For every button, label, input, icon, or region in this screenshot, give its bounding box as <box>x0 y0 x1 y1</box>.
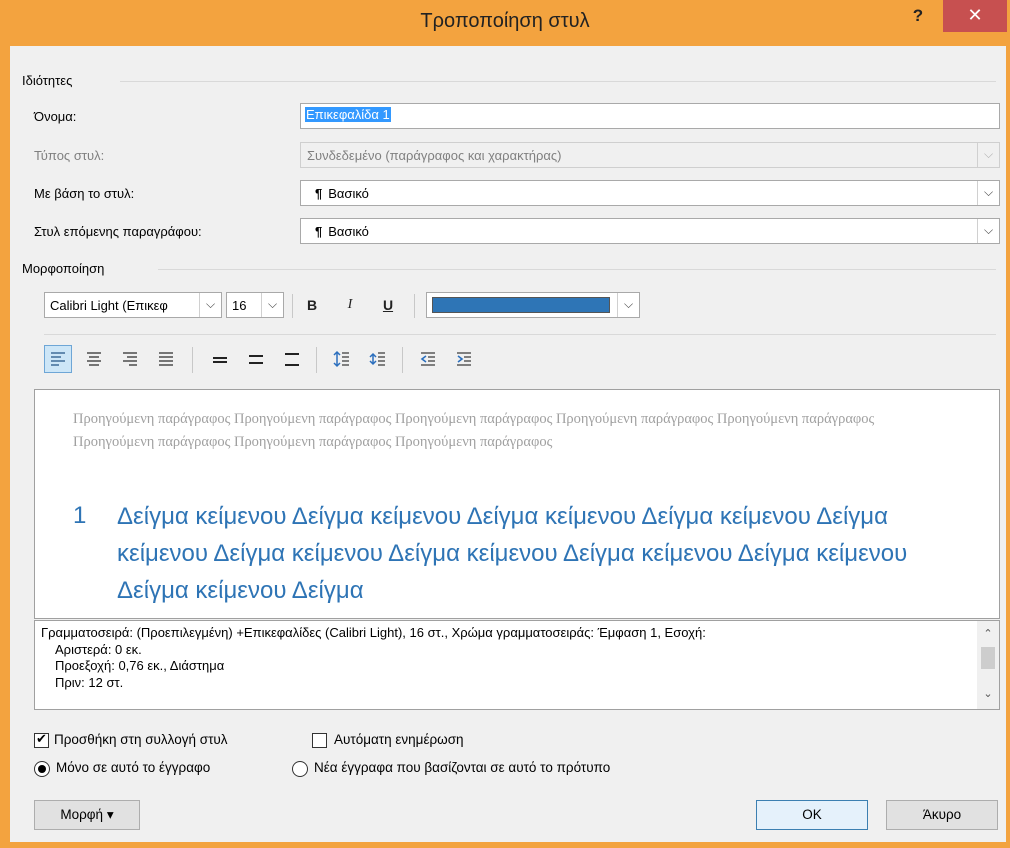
font-value: Calibri Light (Επικεφ <box>50 298 168 313</box>
font-color-select[interactable]: ⌵ <box>426 292 640 318</box>
only-this-document-radio[interactable] <box>34 761 50 777</box>
align-left-icon <box>51 352 65 366</box>
scroll-down-icon[interactable]: ⌄ <box>977 687 999 700</box>
previous-paragraph-preview: Προηγούμενη παράγραφος Προηγούμενη παράγ… <box>73 411 875 450</box>
sample-heading-text: Δείγμα κείμενου Δείγμα κείμενου Δείγμα κ… <box>117 503 908 604</box>
chevron-down-icon[interactable]: ⌵ <box>977 181 999 205</box>
chevron-down-icon[interactable]: ⌵ <box>199 293 221 317</box>
auto-update-label[interactable]: Αυτόματη ενημέρωση <box>334 732 464 747</box>
toolbar-separator <box>414 294 415 318</box>
bold-button[interactable]: B <box>300 293 324 317</box>
based-on-value-wrap: ¶ Βασικό <box>307 186 369 201</box>
title-bar: Τροποποίηση στυλ ? ✕ <box>0 0 1010 46</box>
properties-divider <box>120 81 996 82</box>
font-color-swatch <box>432 297 610 313</box>
space-after-icon <box>369 352 385 366</box>
style-type-value: Συνδεδεμένο (παράγραφος και χαρακτήρας) <box>307 148 562 163</box>
justify-button[interactable] <box>152 345 180 373</box>
description-scrollbar[interactable]: ⌃ ⌄ <box>977 621 999 709</box>
scroll-up-icon[interactable]: ⌃ <box>977 627 999 640</box>
add-to-gallery-label[interactable]: Προσθήκη στη συλλογή στυλ <box>54 732 228 747</box>
font-size-value: 16 <box>232 298 247 313</box>
auto-update-checkbox[interactable] <box>312 733 327 748</box>
pilcrow-icon: ¶ <box>315 224 323 239</box>
style-type-select: Συνδεδεμένο (παράγραφος και χαρακτήρας) … <box>300 142 1000 168</box>
based-on-value: Βασικό <box>328 186 369 201</box>
only-this-document-label[interactable]: Μόνο σε αυτό το έγγραφο <box>56 760 210 775</box>
name-label: Όνομα: <box>34 109 77 124</box>
description-text: Γραμματοσειρά: (Προεπιλεγμένη) +Επικεφαλ… <box>41 625 961 691</box>
space-after-button[interactable] <box>364 345 392 373</box>
align-center-icon <box>87 352 101 366</box>
heading-number: 1 <box>73 502 87 529</box>
new-documents-radio[interactable] <box>292 761 308 777</box>
italic-button[interactable]: I <box>338 293 362 317</box>
double-spacing-icon <box>285 353 299 366</box>
align-right-icon <box>123 352 137 366</box>
toolbar-separator <box>292 294 293 318</box>
modify-style-dialog: Τροποποίηση στυλ ? ✕ Ιδιότητες Όνομα: Επ… <box>0 0 1010 848</box>
font-select[interactable]: Calibri Light (Επικεφ ⌵ <box>44 292 222 318</box>
single-spacing-icon <box>213 357 227 363</box>
decrease-indent-icon <box>420 352 435 366</box>
description-line: Πριν: 12 στ. <box>55 674 124 690</box>
chevron-down-icon[interactable]: ⌵ <box>617 293 639 317</box>
align-center-button[interactable] <box>80 345 108 373</box>
toolbar-separator <box>192 347 193 373</box>
next-style-value-wrap: ¶ Βασικό <box>307 224 369 239</box>
dialog-title: Τροποποίηση στυλ <box>420 10 590 32</box>
formatting-divider <box>158 269 996 270</box>
underline-button[interactable]: U <box>376 293 400 317</box>
pilcrow-icon: ¶ <box>315 186 323 201</box>
style-description: Γραμματοσειρά: (Προεπιλεγμένη) +Επικεφαλ… <box>34 620 1000 710</box>
space-before-icon <box>333 350 349 368</box>
dialog-body: Ιδιότητες Όνομα: Επικεφαλίδα 1 Τύπος στυ… <box>10 46 1006 842</box>
next-style-label: Στυλ επόμενης παραγράφου: <box>34 224 202 239</box>
ok-button[interactable]: OK <box>756 800 868 830</box>
format-menu-button[interactable]: Μορφή ▾ <box>34 800 140 830</box>
description-line: Γραμματοσειρά: (Προεπιλεγμένη) +Επικεφαλ… <box>41 625 706 640</box>
add-to-gallery-checkbox[interactable] <box>34 731 49 748</box>
help-button[interactable]: ? <box>903 6 933 32</box>
toolbar-divider <box>44 334 996 335</box>
based-on-select[interactable]: ¶ Βασικό ⌵ <box>300 180 1000 206</box>
name-field[interactable]: Επικεφαλίδα 1 <box>300 103 1000 129</box>
next-style-value: Βασικό <box>328 224 369 239</box>
toolbar-separator <box>402 347 403 373</box>
new-documents-label[interactable]: Νέα έγγραφα που βασίζονται σε αυτό το πρ… <box>314 760 610 775</box>
properties-section-label: Ιδιότητες <box>22 73 73 88</box>
space-before-button[interactable] <box>328 345 356 373</box>
scroll-thumb[interactable] <box>981 647 995 669</box>
double-spacing-button[interactable] <box>278 345 306 373</box>
align-right-button[interactable] <box>116 345 144 373</box>
description-line: Προεξοχή: 0,76 εκ., Διάστημα <box>55 658 225 673</box>
align-left-button[interactable] <box>44 345 72 373</box>
justify-icon <box>159 352 173 366</box>
style-type-label: Τύπος στυλ: <box>34 148 105 163</box>
chevron-down-icon[interactable]: ⌵ <box>977 219 999 243</box>
formatting-section-label: Μορφοποίηση <box>22 261 105 276</box>
close-button[interactable]: ✕ <box>943 0 1007 32</box>
name-field-value: Επικεφαλίδα 1 <box>305 107 391 122</box>
increase-indent-icon <box>457 352 471 366</box>
toolbar-separator <box>316 347 317 373</box>
chevron-down-icon: ⌵ <box>977 143 999 167</box>
one-half-spacing-button[interactable] <box>242 345 270 373</box>
font-size-select[interactable]: 16 ⌵ <box>226 292 284 318</box>
chevron-down-icon[interactable]: ⌵ <box>261 293 283 317</box>
style-preview: Προηγούμενη παράγραφος Προηγούμενη παράγ… <box>34 389 1000 619</box>
next-style-select[interactable]: ¶ Βασικό ⌵ <box>300 218 1000 244</box>
increase-indent-button[interactable] <box>450 345 478 373</box>
decrease-indent-button[interactable] <box>414 345 442 373</box>
description-line: Αριστερά: 0 εκ. <box>55 641 142 657</box>
one-half-spacing-icon <box>249 355 263 364</box>
based-on-label: Με βάση το στυλ: <box>34 186 135 201</box>
cancel-button[interactable]: Άκυρο <box>886 800 998 830</box>
single-spacing-button[interactable] <box>206 345 234 373</box>
